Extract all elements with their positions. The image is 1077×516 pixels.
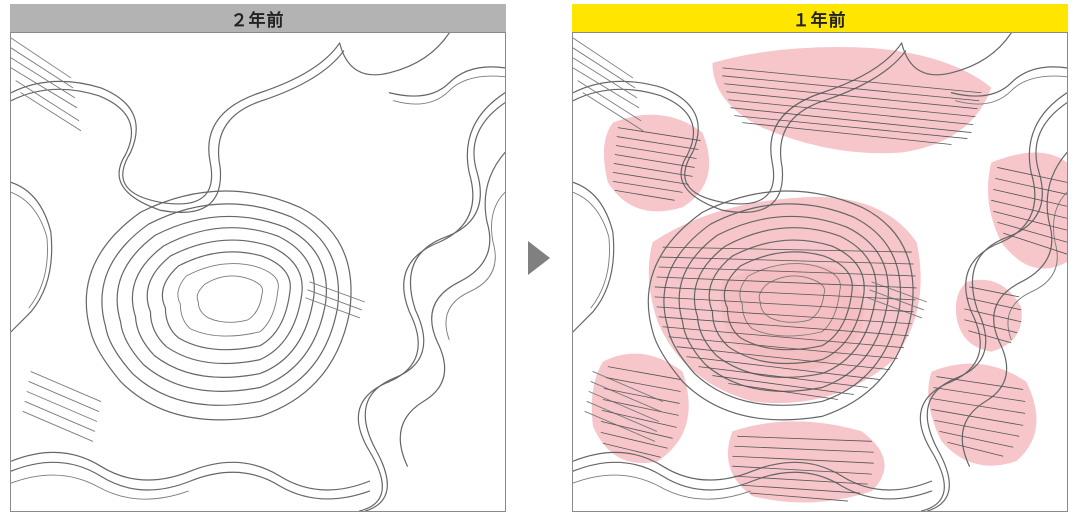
- panel-right: １年前: [572, 4, 1068, 512]
- contour-map-left: [11, 33, 505, 511]
- panel-left-header: ２年前: [10, 4, 506, 32]
- arrow-right-icon: [528, 241, 550, 275]
- comparison-container: ２年前: [0, 0, 1077, 516]
- change-overlay: [591, 47, 1066, 503]
- map-right: [572, 32, 1068, 512]
- panel-right-header: １年前: [572, 4, 1068, 32]
- map-left: [10, 32, 506, 512]
- panel-left-title: ２年前: [231, 6, 285, 31]
- contour-map-right: [573, 33, 1067, 511]
- panel-right-title: １年前: [793, 6, 847, 31]
- panel-left: ２年前: [10, 4, 506, 512]
